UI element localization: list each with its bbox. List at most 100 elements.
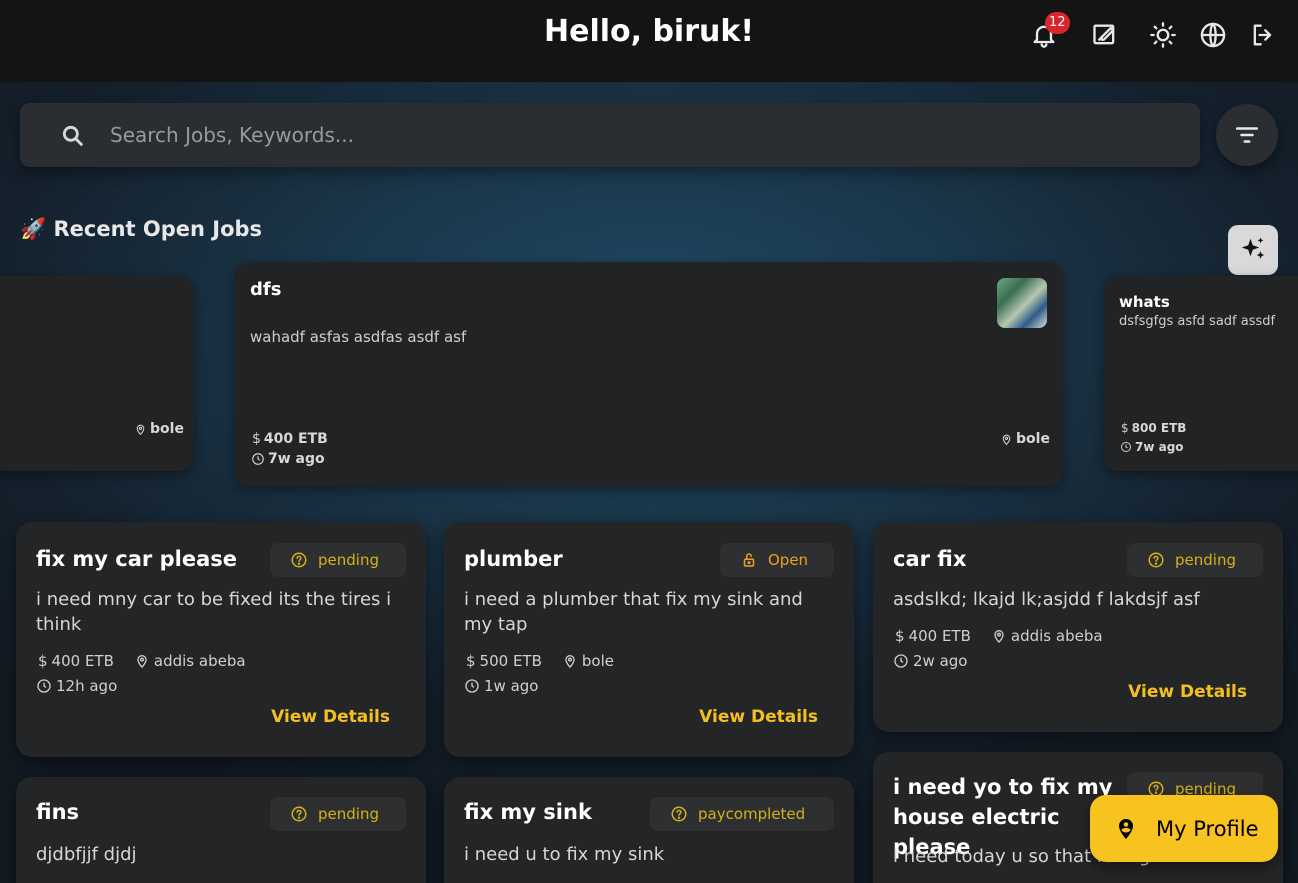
my-profile-label: My Profile [1156, 816, 1259, 841]
dollar-icon: $ [252, 431, 261, 447]
globe-icon [1200, 22, 1226, 48]
location-meta: bole [1000, 431, 1050, 447]
time-meta: 12h ago [36, 677, 117, 695]
job-location: bole [581, 652, 614, 670]
job-card[interactable]: fix my car please pending i need mny car… [16, 522, 426, 757]
dollar-icon: $ [466, 652, 476, 670]
person-pin-icon [1119, 818, 1133, 839]
job-description: djdbfjjf djdj [36, 844, 137, 865]
search-input[interactable] [110, 117, 1190, 153]
logout-icon [1253, 24, 1272, 46]
job-time: 2w ago [913, 652, 968, 670]
clock-icon [465, 679, 479, 693]
job-price: 500 ETB [479, 652, 542, 670]
top-bar: Hello, biruk! 12 [0, 0, 1298, 82]
clock-icon [894, 654, 908, 668]
job-card[interactable]: plumber Open i need a plumber that fix m… [444, 522, 854, 757]
status-label: paycompleted [698, 805, 806, 823]
price-location-meta: $ 400 ETB addis abeba [895, 627, 1103, 645]
recent-jobs-heading: 🚀 Recent Open Jobs [20, 217, 263, 241]
help-circle-icon [291, 552, 307, 568]
status-badge: pending [270, 797, 406, 831]
card-description: dsfsgfgs asfd sadf assdf [1119, 314, 1276, 329]
card-price: 800 ETB [1131, 421, 1187, 435]
job-card[interactable]: fix my sink paycompleted i need u to fix… [444, 777, 854, 883]
status-badge: Open [720, 543, 834, 577]
location-pin-icon [1002, 434, 1011, 445]
job-card[interactable]: fins pending djdbfjjf djdj [16, 777, 426, 883]
job-location: addis abeba [153, 652, 246, 670]
card-price: 400 ETB [263, 431, 328, 447]
view-details-link[interactable]: View Details [271, 707, 390, 727]
help-circle-icon [291, 806, 307, 822]
filter-button[interactable] [1216, 104, 1278, 166]
dollar-icon: $ [895, 627, 905, 645]
card-time: 7w ago [268, 451, 325, 467]
view-details-link[interactable]: View Details [699, 707, 818, 727]
job-title: plumber [464, 547, 563, 571]
price-meta: $ 400 ETB [252, 431, 328, 447]
time-meta: 7w ago [1120, 440, 1184, 454]
logout-button[interactable] [1246, 18, 1280, 52]
language-button[interactable] [1196, 18, 1230, 52]
price-location-meta: $ 400 ETB addis abeba [38, 652, 246, 670]
notifications-button[interactable]: 12 [1027, 12, 1070, 52]
job-title: fins [36, 800, 80, 824]
location-meta: bole [134, 421, 184, 437]
help-circle-icon [671, 806, 687, 822]
time-meta: 1w ago [464, 677, 538, 695]
job-card[interactable]: car fix pending asdslkd; lkajd lk;asjdd … [873, 522, 1283, 732]
dollar-icon: $ [1121, 421, 1129, 435]
search-bar [20, 103, 1200, 167]
job-title: car fix [893, 547, 967, 571]
job-time: 12h ago [56, 677, 118, 695]
status-label: Open [768, 551, 809, 569]
status-badge: pending [270, 543, 406, 577]
my-profile-button[interactable]: My Profile [1090, 795, 1278, 862]
edit-document-icon [1093, 24, 1115, 45]
job-description: i need mny car to be fixed its the tires… [36, 589, 392, 635]
time-meta: 7w ago [251, 451, 325, 467]
job-location: addis abeba [1010, 627, 1103, 645]
clock-icon [1121, 442, 1131, 452]
location-pin-icon [136, 424, 145, 435]
job-title: fix my car please [36, 547, 237, 571]
recent-job-card[interactable]: whats dsfsgfgs asfd sadf assdf $ 800 ETB… [1104, 276, 1298, 471]
card-location: bole [1016, 431, 1050, 447]
time-meta: 2w ago [893, 652, 967, 670]
status-label: pending [318, 805, 379, 823]
dollar-icon: $ [38, 652, 48, 670]
theme-toggle-button[interactable] [1146, 18, 1180, 52]
job-thumbnail [997, 278, 1047, 328]
help-circle-icon [1148, 552, 1164, 568]
filter-icon [1235, 127, 1259, 143]
status-badge: paycompleted [650, 797, 834, 831]
post-job-button[interactable] [1088, 18, 1122, 52]
sun-icon [1150, 22, 1176, 48]
price-meta: $ 800 ETB [1121, 421, 1186, 435]
notification-badge: 12 [1045, 12, 1070, 34]
job-description: i need a plumber that fix my sink and my… [464, 589, 803, 635]
location-pin-icon [994, 630, 1004, 643]
card-title: dfs [250, 279, 282, 300]
card-title: whats [1119, 293, 1170, 311]
recent-job-card[interactable]: dfs wahadf asfas asdfas asdf asf $ 400 E… [235, 262, 1063, 486]
job-description: i need u to fix my sink [464, 844, 665, 865]
price-location-meta: $ 500 ETB bole [466, 652, 614, 670]
status-badge: pending [1127, 543, 1263, 577]
job-price: 400 ETB [51, 652, 114, 670]
view-details-link[interactable]: View Details [1128, 682, 1247, 702]
card-time: 7w ago [1135, 440, 1184, 454]
status-label: pending [1175, 551, 1236, 569]
job-price: 400 ETB [908, 627, 971, 645]
recent-job-card[interactable]: bole [0, 276, 193, 471]
job-time: 1w ago [484, 677, 539, 695]
clock-icon [252, 453, 264, 465]
ai-suggest-button[interactable] [1228, 225, 1278, 275]
job-description: asdslkd; lkajd lk;asjdd f lakdsjf asf [893, 589, 1200, 610]
search-icon [60, 123, 86, 149]
card-location: bole [150, 421, 184, 437]
clock-icon [37, 679, 51, 693]
card-description: wahadf asfas asdfas asdf asf [250, 328, 467, 346]
status-label: pending [318, 551, 379, 569]
